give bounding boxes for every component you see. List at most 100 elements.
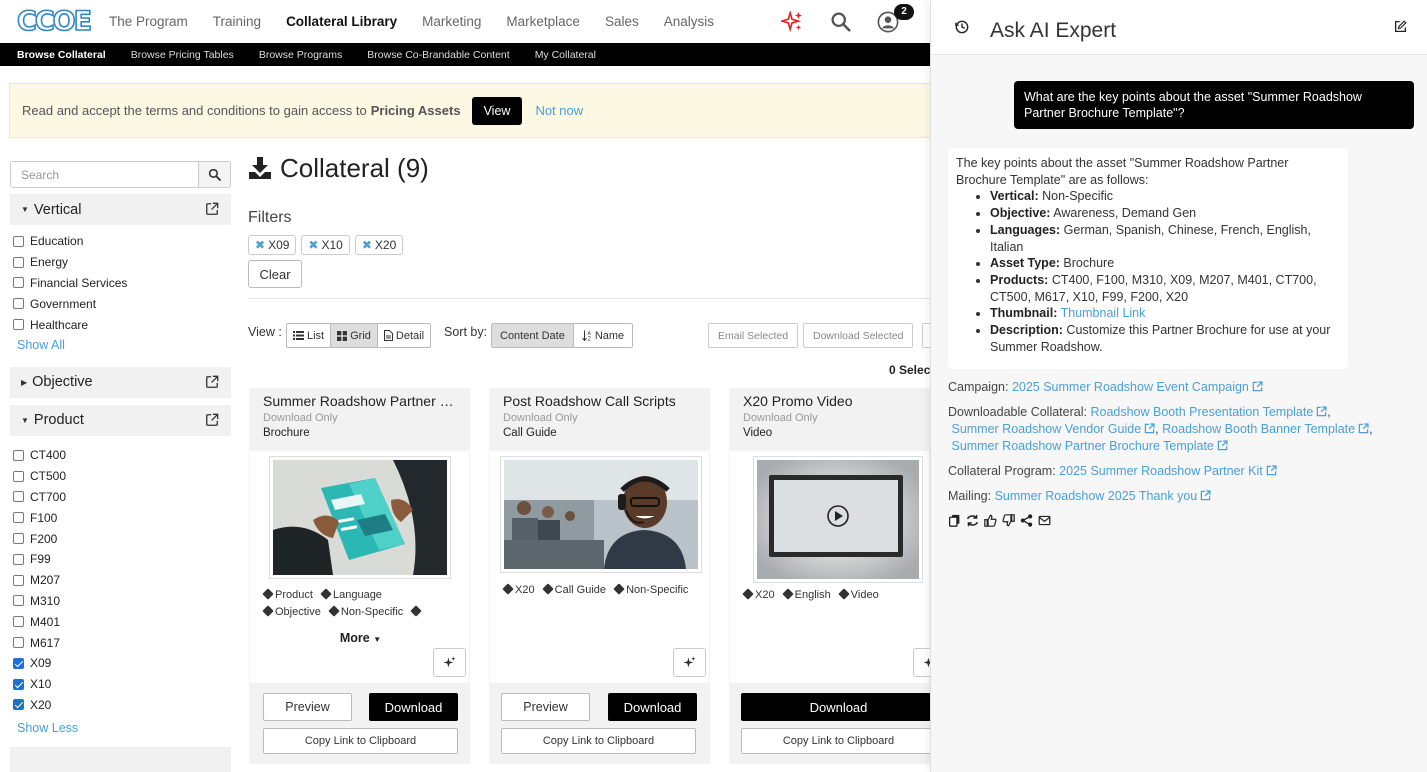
- tag[interactable]: Call Guide: [541, 583, 606, 596]
- copy-link-button[interactable]: Copy Link to Clipboard: [741, 728, 936, 754]
- email-icon[interactable]: [1038, 514, 1051, 527]
- subnav-browse-collateral[interactable]: Browse Collateral: [17, 49, 106, 61]
- copy-link-button[interactable]: Copy Link to Clipboard: [263, 728, 458, 754]
- facet-item-healthcare[interactable]: Healthcare: [13, 314, 231, 335]
- external-link-icon[interactable]: [205, 375, 219, 393]
- email-selected-button[interactable]: Email Selected: [708, 323, 799, 348]
- ai-ask-button[interactable]: [433, 648, 466, 677]
- checkbox[interactable]: [13, 595, 24, 607]
- filter-chip[interactable]: ✖ X09: [248, 235, 297, 255]
- search-icon[interactable]: [828, 10, 852, 34]
- facet-item-ct700[interactable]: CT700: [13, 487, 231, 508]
- checkbox[interactable]: [13, 470, 24, 482]
- checkbox-checked[interactable]: [13, 657, 24, 669]
- campaign-link[interactable]: 2025 Summer Roadshow Event Campaign: [1012, 380, 1263, 394]
- checkbox[interactable]: [13, 533, 24, 545]
- tag[interactable]: Non-Specific: [328, 605, 403, 618]
- download-button[interactable]: Download: [369, 693, 458, 721]
- tag[interactable]: Product: [262, 588, 313, 601]
- thumbnail-link[interactable]: Thumbnail Link: [1061, 306, 1146, 320]
- checkbox[interactable]: [13, 449, 24, 461]
- copy-link-button[interactable]: Copy Link to Clipboard: [501, 728, 696, 754]
- card-thumbnail[interactable]: [269, 456, 451, 579]
- tag[interactable]: Non-Specific: [613, 583, 688, 596]
- menu-item-analysis[interactable]: Analysis: [664, 0, 714, 43]
- facet-item-energy[interactable]: Energy: [13, 252, 231, 273]
- sort-name-button[interactable]: AZ Name: [574, 324, 632, 347]
- facet-item-financial-services[interactable]: Financial Services: [13, 273, 231, 294]
- tag[interactable]: [410, 605, 423, 618]
- copy-icon[interactable]: [948, 514, 961, 527]
- facet-item-f100[interactable]: F100: [13, 507, 231, 528]
- card-thumbnail[interactable]: [753, 456, 923, 583]
- facet-item-x10[interactable]: X10: [13, 674, 231, 695]
- downloadable-link[interactable]: Summer Roadshow Vendor Guide: [951, 422, 1155, 436]
- remove-icon[interactable]: ✖: [308, 238, 318, 252]
- mailing-link[interactable]: Summer Roadshow 2025 Thank you: [995, 489, 1212, 503]
- menu-item-collateral-library[interactable]: Collateral Library: [286, 0, 397, 43]
- subnav-browse-pricing-tables[interactable]: Browse Pricing Tables: [131, 49, 234, 61]
- checkbox[interactable]: [13, 616, 24, 628]
- preview-button[interactable]: Preview: [263, 693, 352, 721]
- checkbox[interactable]: [13, 256, 24, 268]
- checkbox[interactable]: [13, 553, 24, 565]
- checkbox-checked[interactable]: [13, 678, 24, 690]
- checkbox[interactable]: [13, 512, 24, 524]
- subnav-my-collateral[interactable]: My Collateral: [535, 49, 596, 61]
- facet-next-header[interactable]: [10, 747, 231, 772]
- downloadable-link[interactable]: Roadshow Booth Presentation Template: [1090, 405, 1327, 419]
- downloadable-link[interactable]: Roadshow Booth Banner Template: [1162, 422, 1369, 436]
- facet-objective-header[interactable]: ▶ Objective: [10, 366, 231, 398]
- menu-item-marketplace[interactable]: Marketplace: [506, 0, 580, 43]
- facet-item-x09[interactable]: X09: [13, 653, 231, 674]
- tag[interactable]: X20: [502, 583, 535, 596]
- external-link-icon[interactable]: [205, 202, 219, 220]
- show-all-link[interactable]: Show All: [13, 338, 231, 352]
- menu-item-marketing[interactable]: Marketing: [422, 0, 481, 43]
- thumbs-up-icon[interactable]: [984, 514, 997, 527]
- show-less-link[interactable]: Show Less: [13, 721, 231, 735]
- facet-item-ct400[interactable]: CT400: [13, 445, 231, 466]
- checkbox[interactable]: [13, 277, 24, 289]
- tag[interactable]: Language: [320, 588, 382, 601]
- card-title[interactable]: Summer Roadshow Partner Brochure Templat…: [263, 393, 456, 409]
- view-terms-button[interactable]: View: [471, 96, 523, 125]
- checkbox[interactable]: [13, 235, 24, 247]
- clear-filters-button[interactable]: Clear: [248, 260, 302, 288]
- subnav-browse-co-brandable[interactable]: Browse Co-Brandable Content: [367, 49, 509, 61]
- view-detail-button[interactable]: Detail: [378, 324, 430, 347]
- checkbox-checked[interactable]: [13, 699, 24, 711]
- preview-button[interactable]: Preview: [501, 693, 590, 721]
- facet-item-m207[interactable]: M207: [13, 570, 231, 591]
- tag[interactable]: X20: [742, 588, 775, 601]
- card-thumbnail[interactable]: [500, 456, 702, 573]
- view-list-button[interactable]: List: [287, 324, 332, 347]
- checkbox[interactable]: [13, 574, 24, 586]
- checkbox[interactable]: [13, 319, 24, 331]
- retry-icon[interactable]: [966, 514, 979, 527]
- history-icon[interactable]: [955, 20, 969, 37]
- facet-item-ct500[interactable]: CT500: [13, 466, 231, 487]
- share-icon[interactable]: [1020, 514, 1033, 527]
- not-now-link[interactable]: Not now: [535, 103, 583, 118]
- menu-item-the-program[interactable]: The Program: [109, 0, 188, 43]
- facet-item-government[interactable]: Government: [13, 293, 231, 314]
- view-grid-button[interactable]: Grid: [331, 324, 378, 347]
- ai-ask-button[interactable]: [673, 648, 706, 677]
- tag[interactable]: English: [781, 588, 831, 601]
- facet-item-x20[interactable]: X20: [13, 695, 231, 716]
- logo[interactable]: CCOE: [16, 5, 93, 37]
- download-selected-button[interactable]: Download Selected: [803, 323, 914, 348]
- tag[interactable]: Objective: [262, 605, 321, 618]
- external-link-icon[interactable]: [205, 413, 219, 431]
- facet-item-education[interactable]: Education: [13, 231, 231, 252]
- search-input[interactable]: [11, 162, 198, 187]
- facet-item-f99[interactable]: F99: [13, 549, 231, 570]
- thumbs-down-icon[interactable]: [1002, 514, 1015, 527]
- user-icon[interactable]: 2: [876, 3, 914, 34]
- facet-product-header[interactable]: ▼ Product: [10, 404, 231, 436]
- subnav-browse-programs[interactable]: Browse Programs: [259, 49, 342, 61]
- facet-item-m310[interactable]: M310: [13, 591, 231, 612]
- facet-item-f200[interactable]: F200: [13, 528, 231, 549]
- filter-chip[interactable]: ✖ X20: [354, 235, 404, 255]
